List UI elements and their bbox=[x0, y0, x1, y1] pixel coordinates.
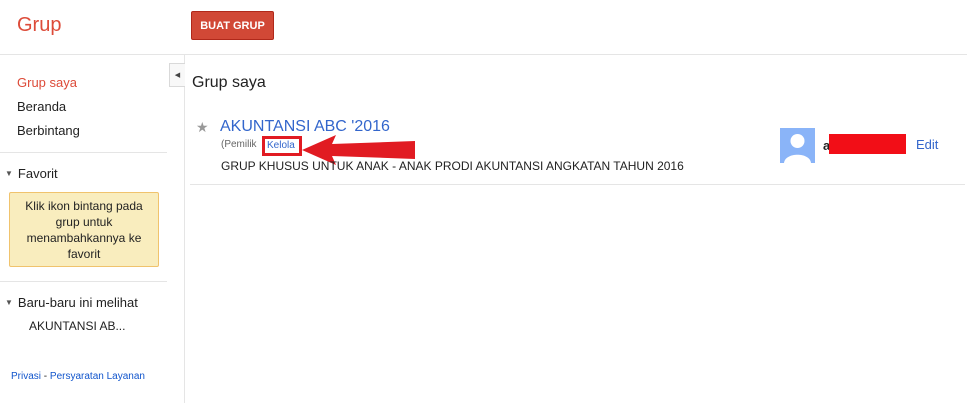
triangle-down-icon: ▼ bbox=[5, 298, 13, 307]
sidebar-item-home[interactable]: Beranda bbox=[17, 99, 66, 114]
star-icon[interactable]: ★ bbox=[196, 119, 209, 136]
sidebar-divider bbox=[0, 281, 167, 282]
sidebar-item-starred[interactable]: Berbintang bbox=[17, 123, 80, 138]
footer-separator: - bbox=[41, 371, 50, 382]
redaction-bar bbox=[829, 134, 906, 154]
manage-group-link[interactable]: Kelola bbox=[267, 140, 295, 151]
footer-links: Privasi - Persyaratan Layanan bbox=[11, 371, 145, 382]
row-divider bbox=[190, 184, 965, 185]
collapse-arrow-icon: ◀ bbox=[174, 72, 181, 79]
terms-link[interactable]: Persyaratan Layanan bbox=[50, 371, 145, 382]
recent-title: Baru-baru ini melihat bbox=[17, 295, 138, 310]
favorit-title: Favorit bbox=[17, 166, 58, 181]
recent-item[interactable]: AKUNTANSI AB... bbox=[29, 319, 125, 333]
favorit-hint-text: Klik ikon bintang pada grup untuk menamb… bbox=[25, 198, 143, 261]
create-group-button[interactable]: BUAT GRUP bbox=[191, 11, 274, 40]
sidebar: Grup saya Beranda Berbintang ◀ ▼ Favorit… bbox=[0, 55, 185, 403]
app-title: Grup bbox=[17, 14, 62, 36]
page-title: Grup saya bbox=[192, 74, 266, 91]
favorit-section-toggle[interactable]: ▼ Favorit bbox=[5, 166, 58, 181]
collapse-sidebar-button[interactable]: ◀ bbox=[169, 63, 185, 87]
avatar bbox=[780, 128, 815, 163]
sidebar-item-my-groups[interactable]: Grup saya bbox=[17, 75, 77, 90]
favorit-hint-box: Klik ikon bintang pada grup untuk menamb… bbox=[9, 192, 159, 267]
group-role-label: (Pemilik bbox=[221, 139, 257, 150]
sidebar-divider bbox=[0, 152, 167, 153]
triangle-down-icon: ▼ bbox=[5, 169, 13, 178]
recent-section-toggle[interactable]: ▼ Baru-baru ini melihat bbox=[5, 295, 138, 310]
privacy-link[interactable]: Privasi bbox=[11, 371, 41, 382]
edit-link[interactable]: Edit bbox=[916, 137, 938, 152]
avatar-icon bbox=[780, 128, 815, 163]
group-description: GRUP KHUSUS UNTUK ANAK - ANAK PRODI AKUN… bbox=[221, 159, 684, 173]
